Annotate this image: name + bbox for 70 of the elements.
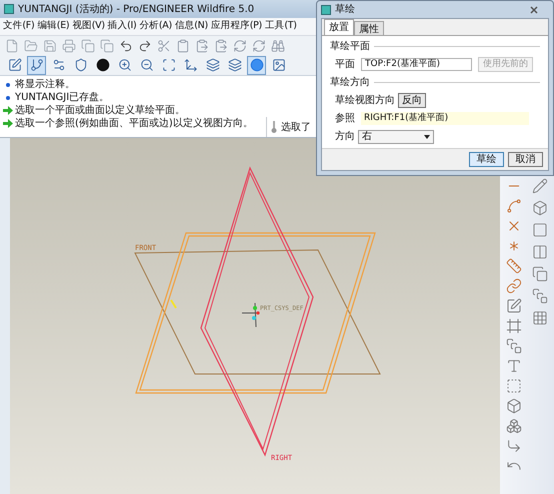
spin-center-icon [250, 58, 264, 72]
find-icon[interactable] [271, 38, 285, 52]
reference-field[interactable]: RIGHT:F1(基准平面) [361, 112, 529, 125]
window-title: YUNTANGJI (活动的) - Pro/ENGINEER Wildfire 5.0 [18, 2, 254, 16]
sketch-icon [8, 58, 22, 72]
pencil-icon[interactable] [532, 178, 548, 194]
dialog-icon [321, 4, 331, 14]
dialog-button[interactable]: 取消 [508, 152, 543, 167]
zoom-out-icon [140, 58, 154, 72]
undo-icon[interactable] [119, 38, 133, 52]
stack-icon[interactable] [506, 338, 522, 354]
menu-item[interactable]: 工具(T) [264, 19, 297, 34]
fit-view-icon [162, 58, 176, 72]
menu-item[interactable]: 应用程序(P) [210, 19, 262, 34]
direction-dropdown[interactable]: 右 [358, 130, 434, 144]
dialog-button[interactable]: 草绘 [469, 152, 504, 167]
pattern-icon[interactable] [532, 310, 548, 326]
bullet-icon [6, 96, 10, 100]
section-heading: 草绘平面 [330, 40, 370, 54]
cut-icon[interactable] [157, 38, 171, 52]
printer-icon[interactable] [62, 38, 76, 52]
message-text: 将显示注释。 [15, 78, 75, 91]
curve-icon[interactable] [506, 198, 522, 214]
plane-field[interactable]: TOP:F2(基准平面) [361, 58, 472, 71]
text-icon[interactable] [506, 358, 522, 374]
boxes-icon[interactable] [506, 418, 522, 434]
paste-icon[interactable] [195, 38, 209, 52]
section-heading: 草绘方向 [330, 76, 370, 90]
chain-icon[interactable] [506, 278, 522, 294]
square-icon[interactable] [506, 378, 522, 394]
tab[interactable]: 放置 [324, 19, 354, 35]
field-label: 草绘视图方向 [335, 94, 395, 108]
redo-icon[interactable] [138, 38, 152, 52]
app-icon [4, 4, 14, 14]
regenerate-manager-icon[interactable] [252, 38, 266, 52]
status-text: 选取了 [281, 120, 311, 134]
mirror-icon[interactable] [532, 244, 548, 260]
menu-item[interactable]: 编辑(E) [37, 19, 70, 34]
thermometer-icon [271, 121, 277, 133]
field-label: 平面 [335, 58, 355, 72]
message-text: YUNTANGJI已存盘。 [15, 91, 110, 104]
dropdown-arrow-icon [424, 134, 430, 138]
settings-icon [52, 58, 66, 72]
field-label: 方向 [335, 130, 355, 144]
field-label: 参照 [335, 112, 355, 126]
menu-item[interactable]: 插入(I) [108, 19, 136, 34]
tab[interactable]: 属性 [354, 21, 384, 35]
box-icon[interactable] [506, 398, 522, 414]
menu-item[interactable]: 分析(A) [139, 19, 172, 34]
zoom-in-icon [118, 58, 132, 72]
menu-item[interactable]: 视图(V) [72, 19, 105, 34]
menu-item[interactable]: 文件(F) [3, 19, 34, 34]
new-file-icon[interactable] [5, 38, 19, 52]
message-text: 选取一个平面或曲面以定义草绘平面。 [15, 104, 185, 117]
corner-icon[interactable] [506, 438, 522, 454]
orient-icon [184, 58, 198, 72]
sphere-icon [96, 58, 110, 72]
cursor-mark [170, 299, 177, 309]
bullet-icon [6, 82, 10, 86]
save-icon[interactable] [43, 38, 57, 52]
regenerate-icon[interactable] [233, 38, 247, 52]
edit-icon[interactable] [506, 298, 522, 314]
flip-button[interactable]: 反向 [398, 93, 426, 108]
dialog-title: 草绘 [335, 2, 356, 17]
menu-item[interactable]: 信息(N) [174, 19, 208, 34]
open-folder-icon[interactable] [24, 38, 38, 52]
views-icon [206, 58, 220, 72]
message-text: 选取一个参照(例如曲面、平面或边)以定义视图方向。 [15, 117, 253, 130]
frame-icon[interactable] [506, 318, 522, 334]
layers-icon [228, 58, 242, 72]
